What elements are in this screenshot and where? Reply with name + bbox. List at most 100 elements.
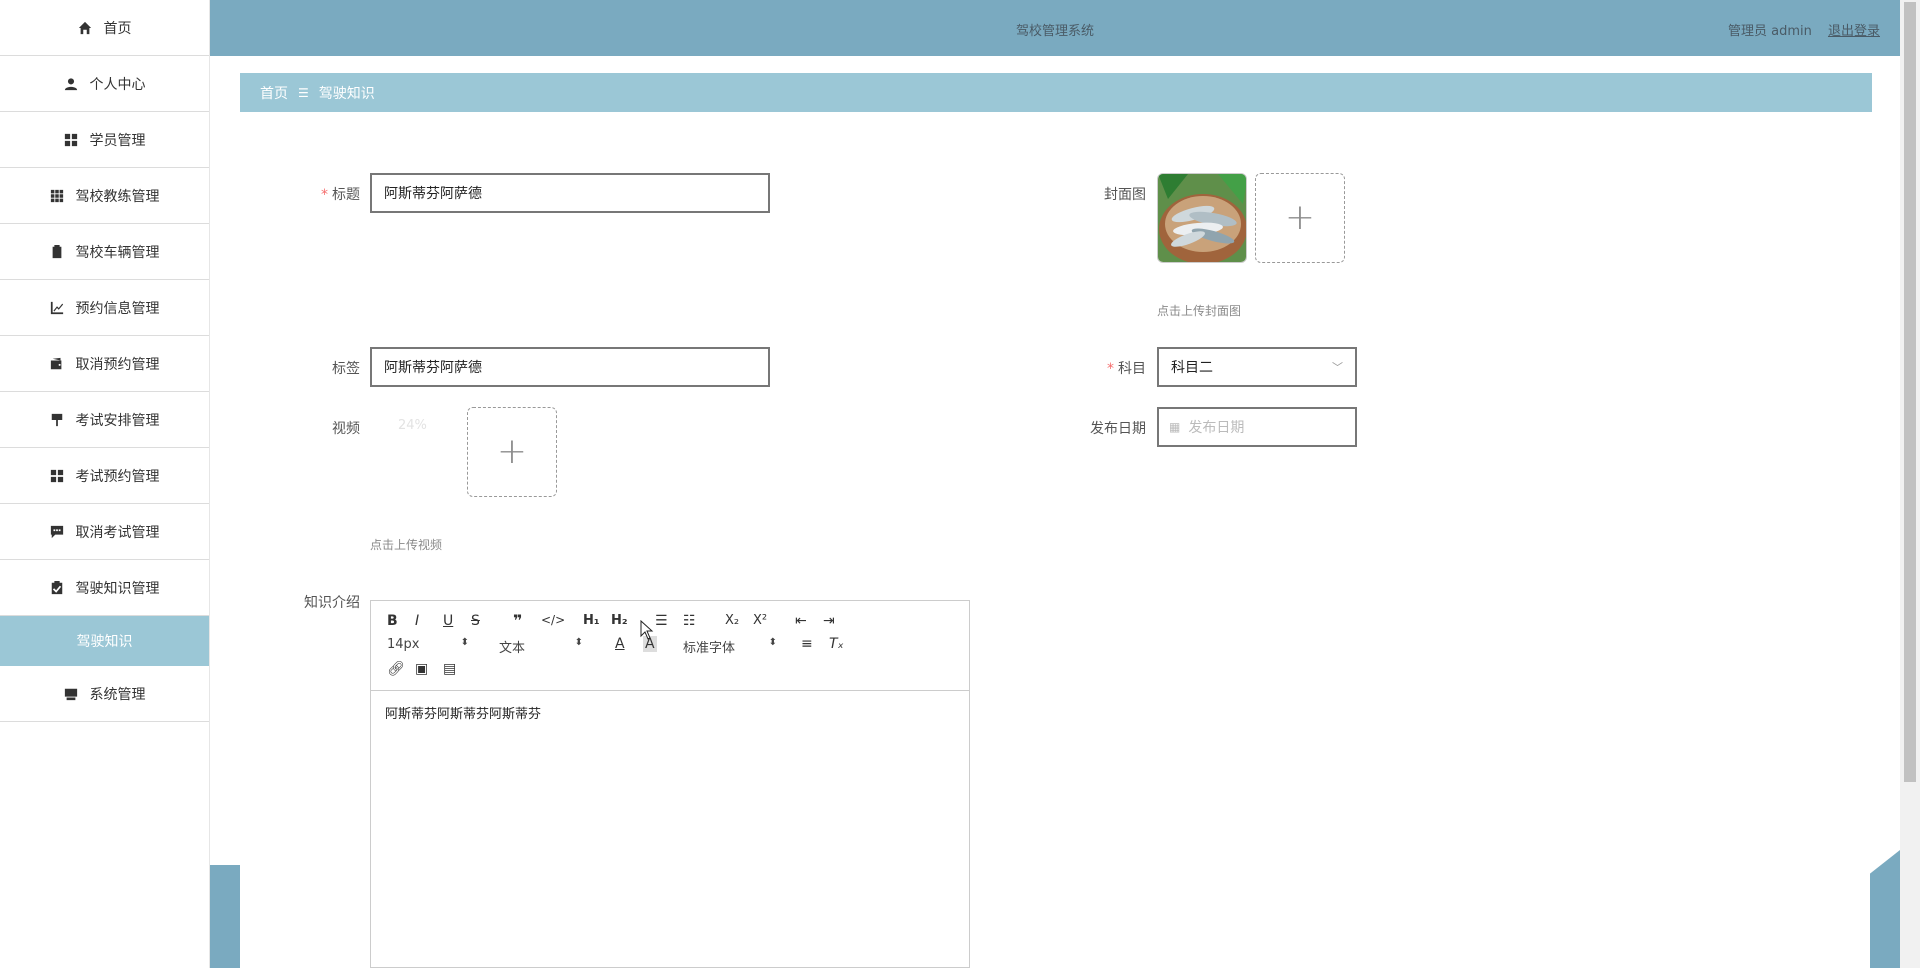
indent-icon[interactable]: ⇥ [823,613,835,629]
clear-format-icon[interactable]: Tₓ [829,636,844,652]
subject-select[interactable]: 科目二 ﹀ [1157,347,1357,387]
underline-icon[interactable]: U [443,613,453,629]
chevron-down-icon: ﹀ [1332,361,1343,374]
chart-icon [50,301,64,315]
superscript-icon[interactable]: X² [753,613,767,628]
tag-label: 标签 [332,361,360,377]
sidebar-item-profile[interactable]: 个人中心 [0,56,209,112]
cover-upload-button[interactable]: + [1255,173,1345,263]
title-label-text: 标题 [332,187,360,203]
sidebar-item-exam-booking[interactable]: 考试预约管理 [0,448,209,504]
font-size-value: 14px [387,637,420,652]
align-icon[interactable]: ≡ [801,636,813,652]
sidebar-item-knowledge[interactable]: 驾驶知识管理 [0,560,209,616]
heading1-icon[interactable]: H₁ [583,613,600,628]
sidebar-item-label: 取消考试管理 [75,524,160,541]
intro-label: 知识介绍 [304,595,360,611]
outdent-icon[interactable]: ⇤ [795,613,807,629]
plus-icon: + [1284,197,1316,238]
sidebar-item-label: 驾校教练管理 [75,188,160,205]
font-family-value: 标准字体 [683,641,736,656]
video-hint: 点击上传视频 [370,538,443,552]
scrollbar-thumb[interactable] [1904,2,1916,782]
user-label: 管理员 admin [1727,24,1812,39]
grid-icon [64,133,78,147]
plus-icon: + [496,431,528,472]
image-icon[interactable]: ▣ [415,661,428,677]
bullet-list-icon[interactable]: ☷ [683,613,696,629]
video-label: 视频 [332,421,360,437]
sidebar-item-label: 预约信息管理 [75,300,160,317]
updown-icon: ⬍ [460,637,469,648]
sidebar-item-cancel-appointments[interactable]: 取消预约管理 [0,336,209,392]
cover-hint: 点击上传封面图 [1157,304,1242,318]
fish-image [1158,174,1246,262]
cover-label: 封面图 [1104,187,1146,203]
font-color-icon[interactable]: A [615,636,625,652]
sidebar-item-label: 首页 [103,20,132,37]
tag-input[interactable]: 阿斯蒂芬阿萨德 [370,347,770,387]
scrollbar[interactable] [1900,0,1920,968]
date-label: 发布日期 [1090,421,1146,437]
ordered-list-icon[interactable]: ☰ [655,613,668,629]
bold-icon[interactable]: B [387,613,398,629]
editor-toolbar: B I U S ❞ </> H₁ H₂ ☰ ☷ X₂ X² ⇤ ⇥ 14px ⬍… [371,601,969,691]
blockquote-icon[interactable]: ❞ [513,611,522,630]
text-type-value: 文本 [499,641,526,656]
sidebar-item-label: 学员管理 [89,132,146,149]
subject-label: * 科目 [1080,358,1146,378]
sidebar-item-students[interactable]: 学员管理 [0,112,209,168]
sidebar-item-exam-schedule[interactable]: 考试安排管理 [0,392,209,448]
cover-thumbnail[interactable] [1157,173,1247,263]
video-icon[interactable]: ▤ [443,661,456,677]
italic-icon[interactable]: I [415,613,419,629]
video-upload-progress: 24% [398,418,427,433]
sidebar-item-vehicles[interactable]: 驾校车辆管理 [0,224,209,280]
sidebar-subitem-knowledge[interactable]: 驾驶知识 [0,616,209,666]
message-icon [50,525,64,539]
title-input[interactable]: 阿斯蒂芬阿萨德 [370,173,770,213]
grid-icon [50,469,64,483]
required-mark: * [1107,361,1114,377]
sidebar-item-coaches[interactable]: 驾校教练管理 [0,168,209,224]
title-label: * 标题 [290,184,360,204]
date-input[interactable]: ▦ 发布日期 [1157,407,1357,447]
text-type-select[interactable]: 文本 ⬍ [499,637,583,656]
sidebar: 首页 个人中心 学员管理 驾校教练管理 驾校车辆管理 预约信息管理 取消预约管理… [0,0,210,968]
subject-selected-value: 科目二 [1171,360,1213,376]
sidebar-item-system[interactable]: 系统管理 [0,666,209,722]
updown-icon: ⬍ [574,637,583,648]
sidebar-item-home[interactable]: 首页 [0,0,209,56]
link-icon[interactable]: 🔗︎ [387,661,405,677]
calendar-icon: ▦ [1169,420,1181,434]
mouse-cursor-icon [640,620,654,640]
sidebar-item-label: 考试安排管理 [75,412,160,429]
font-family-select[interactable]: 标准字体 ⬍ [683,637,777,656]
checklist-icon [50,580,64,595]
background-decoration [1870,850,1900,968]
wallet-icon [50,357,64,371]
breadcrumb-home[interactable]: 首页 [260,83,288,103]
flag-icon [50,413,64,427]
video-upload-button[interactable]: + [467,407,557,497]
sidebar-item-label: 考试预约管理 [75,468,160,485]
editor-content[interactable]: 阿斯蒂芬阿斯蒂芬阿斯蒂芬 [371,691,969,734]
sidebar-item-appointments[interactable]: 预约信息管理 [0,280,209,336]
sidebar-item-cancel-exam[interactable]: 取消考试管理 [0,504,209,560]
logout-link[interactable]: 退出登录 [1828,24,1880,39]
heading2-icon[interactable]: H₂ [611,613,628,628]
user-area: 管理员 admin 退出登录 [1728,20,1880,39]
subject-label-text: 科目 [1118,361,1146,377]
subscript-icon[interactable]: X₂ [725,613,739,628]
font-size-select[interactable]: 14px ⬍ [387,637,469,652]
background-decoration [210,865,240,968]
top-header: 驾校管理系统 管理员 admin 退出登录 [210,0,1900,56]
clipboard-icon [50,244,64,259]
sidebar-subitem-label: 驾驶知识 [76,634,133,650]
strikethrough-icon[interactable]: S [471,613,480,629]
code-block-icon[interactable]: </> [541,613,565,627]
sidebar-item-label: 系统管理 [89,686,146,703]
breadcrumb-separator-icon: ☰ [298,85,309,100]
rich-text-editor[interactable]: B I U S ❞ </> H₁ H₂ ☰ ☷ X₂ X² ⇤ ⇥ 14px ⬍… [370,600,970,968]
updown-icon: ⬍ [768,637,777,648]
